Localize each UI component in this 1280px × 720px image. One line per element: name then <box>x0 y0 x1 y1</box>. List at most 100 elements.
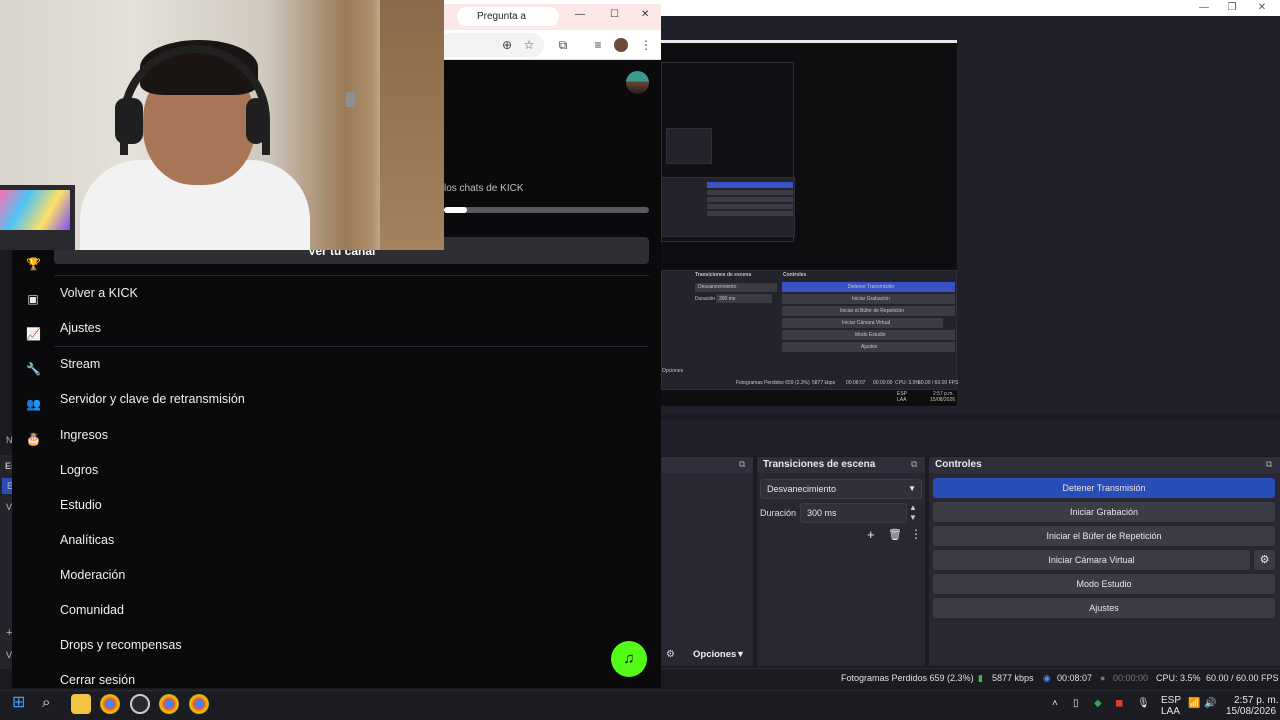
menu-settings[interactable]: Ajustes <box>60 321 101 335</box>
profile-avatar[interactable] <box>614 38 628 52</box>
fps: 60.00 / 60.00 FPS <box>1206 673 1279 683</box>
spin-up-icon[interactable]: ▲ <box>909 503 917 512</box>
chrome-icon[interactable] <box>159 694 179 714</box>
clock-time[interactable]: 2:57 p. m. <box>1234 695 1278 706</box>
file-explorer-icon[interactable] <box>71 694 91 714</box>
menu-studio[interactable]: Estudio <box>60 498 102 512</box>
user-avatar[interactable] <box>626 71 649 94</box>
mini-cpu: CPU: 3.5% <box>895 380 920 386</box>
gear-icon[interactable]: ⚙ <box>666 649 675 660</box>
stream-time: 00:08:07 <box>1057 673 1093 683</box>
obs-icon[interactable] <box>130 694 150 714</box>
cake-icon[interactable]: 🎂 <box>26 432 41 446</box>
star-icon[interactable]: ☆ <box>522 38 536 52</box>
gear-icon[interactable]: ⚙ <box>1254 550 1275 570</box>
mini-button <box>707 197 793 202</box>
menu-analytics[interactable]: Analíticas <box>60 533 114 547</box>
mini-duration-label: Duración <box>695 296 716 302</box>
options-button[interactable]: Opciones <box>693 649 736 660</box>
antivirus-icon[interactable]: ◼ <box>1115 698 1123 709</box>
menu-income[interactable]: Ingresos <box>60 428 108 442</box>
minimize-icon[interactable]: — <box>1194 1 1214 15</box>
language-code[interactable]: ESP <box>1161 695 1181 706</box>
undock-icon[interactable]: ⧉ <box>739 459 749 469</box>
studio-mode-button[interactable]: Modo Estudio <box>933 574 1275 594</box>
close-icon[interactable]: ✕ <box>641 9 649 20</box>
start-recording-button[interactable]: Iniciar Grabación <box>933 502 1275 522</box>
menu-achievements[interactable]: Logros <box>60 463 98 477</box>
windows-start-icon[interactable]: ⊞ <box>12 694 30 712</box>
mini-stop-button <box>707 182 793 188</box>
menu-logout[interactable]: Cerrar sesión <box>60 673 135 687</box>
sources-dock: ⧉ <box>661 457 753 666</box>
replay-buffer-button[interactable]: Iniciar el Búfer de Repetición <box>933 526 1275 546</box>
mini-control-label: Ajustes <box>861 344 878 350</box>
settings-button[interactable]: Ajustes <box>933 598 1275 618</box>
trash-icon[interactable]: 🗑 <box>888 528 902 541</box>
mini-fps: 60.00 / 60.00 FPS <box>918 380 959 386</box>
maximize-icon[interactable]: ☐ <box>610 9 619 20</box>
zoom-icon[interactable]: ⊕ <box>500 38 514 52</box>
menu-server-key[interactable]: Servidor y clave de retransmisión <box>60 392 245 406</box>
chevron-down-icon: ▼ <box>736 649 745 659</box>
chrome-icon[interactable] <box>189 694 209 714</box>
more-icon[interactable]: ⋮ <box>910 527 922 541</box>
menu-moderation[interactable]: Moderación <box>60 568 125 582</box>
kick-sidebar <box>12 250 54 688</box>
undock-icon[interactable]: ⧉ <box>911 459 921 469</box>
progress-fill <box>444 207 467 213</box>
chats-text: los chats de KICK <box>444 183 524 194</box>
menu-drops[interactable]: Drops y recompensas <box>60 638 182 652</box>
duration-field[interactable]: 300 ms <box>800 503 907 523</box>
progress-bar <box>444 207 649 213</box>
duration-value: 300 ms <box>807 508 837 518</box>
mini-selected: Desvanecimiento <box>698 284 737 290</box>
signal-icon: ▮ <box>978 673 983 683</box>
headset-cup <box>246 98 266 144</box>
volume-icon[interactable]: 🔊 <box>1204 698 1216 709</box>
usb-icon[interactable]: ▯ <box>1073 698 1079 709</box>
transition-select[interactable]: Desvanecimiento ▼ <box>760 479 922 499</box>
minimize-icon[interactable]: — <box>575 9 585 20</box>
dropped-frames: Fotogramas Perdidos 659 (2.3%) <box>841 673 974 683</box>
menu-back-to-kick[interactable]: Volver a KICK <box>60 286 138 300</box>
language-layout[interactable]: LAA <box>1161 706 1180 717</box>
chevron-down-icon: ▼ <box>908 484 916 493</box>
menu-icon[interactable]: ⋮ <box>639 38 653 52</box>
ask-gemini-button[interactable]: Pregunta a Gemini <box>457 7 559 41</box>
close-icon[interactable]: ✕ <box>1252 1 1272 15</box>
mini-button <box>707 211 793 216</box>
menu-community[interactable]: Comunidad <box>60 603 124 617</box>
extensions-icon[interactable]: ⧉ <box>556 38 570 52</box>
clock-date[interactable]: 15/08/2026 <box>1226 706 1276 717</box>
cam-towel <box>0 190 70 230</box>
media-icon[interactable]: ≡ <box>591 38 605 52</box>
stop-streaming-button[interactable]: Detener Transmisión <box>933 478 1275 498</box>
bitrate: 5877 kbps <box>992 673 1034 683</box>
undock-icon[interactable]: ⧉ <box>1266 459 1276 469</box>
mini-rec-time: 00:00:00 <box>873 380 893 386</box>
virtual-camera-button[interactable]: Iniciar Cámara Virtual <box>933 550 1250 570</box>
chevron-up-icon[interactable]: ˄ <box>1052 698 1058 709</box>
obs-separator <box>661 420 1280 456</box>
record-icon: ● <box>1100 673 1106 683</box>
mini-stream-time: 00:08:07 <box>846 380 866 386</box>
mini-panel <box>666 128 712 164</box>
record-time: 00:00:00 <box>1113 673 1149 683</box>
menu-stream[interactable]: Stream <box>60 357 100 371</box>
cam-switch <box>346 92 355 107</box>
mini-button <box>707 204 793 209</box>
mic-icon[interactable]: 🎙 <box>1137 698 1150 709</box>
people-icon[interactable]: 👥 <box>26 397 41 411</box>
maximize-icon[interactable]: ❐ <box>1222 1 1242 15</box>
wrench-icon[interactable]: 🔧 <box>26 362 41 376</box>
video-icon[interactable]: ▣ <box>26 292 40 306</box>
wifi-icon[interactable]: 📶 <box>1188 698 1200 709</box>
chart-icon[interactable]: 📈 <box>26 327 41 341</box>
shield-icon[interactable]: ◆ <box>1094 698 1102 709</box>
add-icon[interactable]: + <box>867 527 875 542</box>
trophy-icon[interactable]: 🏆 <box>26 257 41 271</box>
spin-down-icon[interactable]: ▼ <box>909 513 917 522</box>
search-icon[interactable]: ⌕ <box>42 694 50 711</box>
chrome-icon[interactable] <box>100 694 120 714</box>
